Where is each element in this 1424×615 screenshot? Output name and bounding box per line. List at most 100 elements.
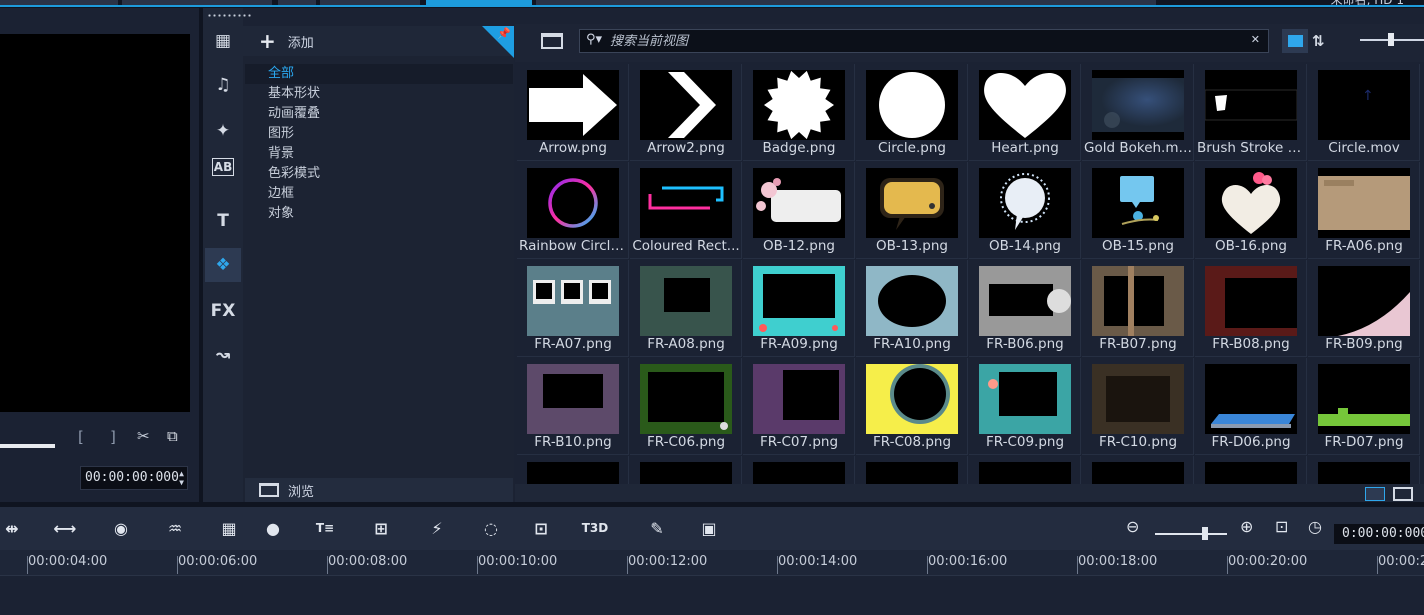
subtitle-icon[interactable]: T≡ <box>312 517 338 539</box>
library-item[interactable]: FR-A09.png <box>743 260 855 357</box>
color-icon[interactable]: ● <box>260 517 286 539</box>
library-item[interactable]: FR-A07.png <box>517 260 629 357</box>
preview-timecode[interactable]: 00:00:00:000 ▲ ▼ <box>80 466 188 490</box>
thumbnail-mode-icon[interactable] <box>1365 487 1385 501</box>
rail-graphics-icon[interactable]: ❖ <box>205 248 241 282</box>
library-item[interactable]: FR-A10.png <box>856 260 968 357</box>
fit-project-icon[interactable]: ⊡ <box>1275 517 1288 536</box>
library-item[interactable]: Brush Stroke 4 ... <box>1195 64 1307 161</box>
library-item[interactable]: FR-D06.png <box>1195 358 1307 455</box>
pin-icon[interactable]: 📌 <box>497 27 511 40</box>
timeline-tracks[interactable] <box>0 577 1424 615</box>
category-item[interactable]: 对象 <box>245 204 513 224</box>
clear-search-icon[interactable]: ✕ <box>1251 33 1260 46</box>
library-item[interactable]: FR-D07.png <box>1308 358 1420 455</box>
library-item[interactable]: Arrow2.png <box>630 64 742 161</box>
multi-trim-icon[interactable]: ▦ <box>216 517 242 539</box>
zoom-out-icon[interactable]: ⊖ <box>1126 517 1139 536</box>
preview-scrubber[interactable] <box>0 444 55 448</box>
audio-mixer-icon[interactable]: ♒ <box>162 517 188 539</box>
library-item[interactable]: Arrow.png <box>517 64 629 161</box>
trim-icon[interactable]: ⟷ <box>52 517 78 539</box>
snapshot-icon[interactable]: ⧉ <box>167 427 178 445</box>
import-folder-icon[interactable] <box>541 33 563 49</box>
duration-clock-icon[interactable]: ◷ <box>1308 517 1322 536</box>
library-item[interactable]: OB-16.png <box>1195 162 1307 259</box>
library-item[interactable]: FR-B06.png <box>969 260 1081 357</box>
rail-transition-icon[interactable]: AB <box>212 158 234 176</box>
library-item[interactable]: Circle.png <box>856 64 968 161</box>
record-icon[interactable]: ◉ <box>108 517 134 539</box>
library-item[interactable]: OB-12.png <box>743 162 855 259</box>
library-item[interactable]: FR-A08.png <box>630 260 742 357</box>
browse-button[interactable]: 浏览 <box>245 478 513 502</box>
library-item[interactable]: OB-13.png <box>856 162 968 259</box>
storyboard-icon[interactable]: ▣ <box>696 517 722 539</box>
drag-handle[interactable] <box>207 14 251 17</box>
library-item[interactable]: FR-C06.png <box>630 358 742 455</box>
category-item[interactable]: 动画覆叠 <box>245 104 513 124</box>
cut-icon[interactable]: ✂ <box>137 427 150 445</box>
thumbnail-size-thumb[interactable] <box>1388 33 1394 46</box>
rail-title-icon[interactable]: T <box>205 204 241 238</box>
detail-mode-icon[interactable] <box>1393 487 1413 501</box>
rail-fx-icon[interactable]: FX <box>205 294 241 328</box>
category-item[interactable]: 全部 <box>245 64 513 84</box>
library-item[interactable]: OB-15.png <box>1082 162 1194 259</box>
split-icon[interactable]: ⇹ <box>0 517 25 539</box>
library-item[interactable] <box>969 456 1081 484</box>
library-item[interactable]: Rainbow Circle... <box>517 162 629 259</box>
library-item[interactable]: Gold Bokeh.mov <box>1082 64 1194 161</box>
timecode-spinner-icon[interactable]: ▲ ▼ <box>179 469 184 487</box>
rail-instant-project-icon[interactable]: ✦ <box>205 114 241 148</box>
library-item[interactable]: FR-B09.png <box>1308 260 1420 357</box>
library-item[interactable] <box>856 456 968 484</box>
category-item[interactable]: 图形 <box>245 124 513 144</box>
timeline-ruler[interactable]: 00:00:04:00 00:00:06:00 00:00:08:00 00:00:1… <box>0 550 1424 576</box>
library-item[interactable] <box>743 456 855 484</box>
library-item[interactable] <box>1195 456 1307 484</box>
preview-screen[interactable] <box>0 34 190 412</box>
library-item[interactable]: FR-B08.png <box>1195 260 1307 357</box>
mark-out-icon[interactable]: ] <box>110 428 116 446</box>
title-3d-icon[interactable]: T3D <box>582 517 609 539</box>
category-item[interactable]: 背景 <box>245 144 513 164</box>
zoom-in-icon[interactable]: ⊕ <box>1240 517 1253 536</box>
split-screen-icon[interactable]: ⊞ <box>368 517 394 539</box>
library-item[interactable] <box>517 456 629 484</box>
library-item[interactable]: OB-14.png <box>969 162 1081 259</box>
rail-path-icon[interactable]: ↝ <box>205 338 241 372</box>
category-item[interactable]: 边框 <box>245 184 513 204</box>
mask-icon[interactable]: ◌ <box>478 517 504 539</box>
mark-in-icon[interactable]: [ <box>78 428 84 446</box>
library-item[interactable]: FR-C07.png <box>743 358 855 455</box>
library-item[interactable] <box>1308 456 1420 484</box>
library-item[interactable]: FR-A06.png <box>1308 162 1420 259</box>
sort-icon[interactable]: ⇅ <box>1312 32 1325 50</box>
timeline-zoom-thumb[interactable] <box>1202 527 1208 540</box>
library-item[interactable]: ↑ Circle.mov <box>1308 64 1420 161</box>
category-item[interactable]: 基本形状 <box>245 84 513 104</box>
library-item[interactable]: FR-C10.png <box>1082 358 1194 455</box>
search-input[interactable] <box>610 30 1240 52</box>
add-category-button[interactable]: + 添加 <box>243 26 514 56</box>
auto-music-icon[interactable]: ✎ <box>644 517 670 539</box>
library-item[interactable]: FR-C09.png <box>969 358 1081 455</box>
timeline-zoom-slider[interactable] <box>1155 533 1227 535</box>
pan-zoom-icon[interactable]: ⊡ <box>528 517 554 539</box>
library-item[interactable] <box>1082 456 1194 484</box>
category-item[interactable]: 色彩模式 <box>245 164 513 184</box>
rail-audio-icon[interactable]: ♫ <box>205 68 241 102</box>
timeline-timecode[interactable]: 0:00:00:000 <box>1334 524 1424 544</box>
list-view-button[interactable] <box>1282 29 1308 53</box>
motion-icon[interactable]: ⚡ <box>424 517 450 539</box>
library-item[interactable]: FR-C08.png <box>856 358 968 455</box>
library-item[interactable]: Heart.png <box>969 64 1081 161</box>
library-item[interactable]: FR-B10.png <box>517 358 629 455</box>
library-item[interactable] <box>630 456 742 484</box>
library-item[interactable]: Badge.png <box>743 64 855 161</box>
library-item[interactable]: FR-B07.png <box>1082 260 1194 357</box>
library-item[interactable]: Coloured Rect... <box>630 162 742 259</box>
rail-media-icon[interactable]: ▦ <box>205 24 241 58</box>
search-icon[interactable]: ⚲▾ <box>586 32 602 47</box>
